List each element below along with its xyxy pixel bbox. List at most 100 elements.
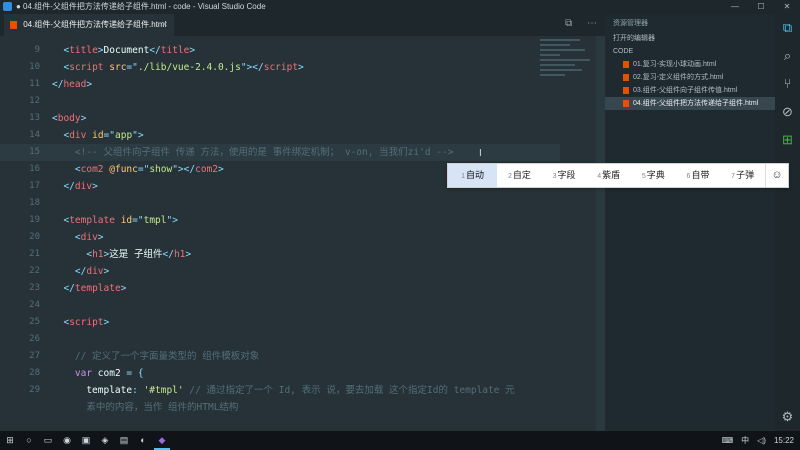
code-text: <body> xyxy=(52,113,87,124)
activity-bar: ⧉ ⌕ ⑂ ⊘ ⊞ ⚙ xyxy=(775,14,800,431)
ime-candidate[interactable]: 1自动 xyxy=(448,164,498,187)
split-editor-icon[interactable]: ⧉ xyxy=(565,18,572,29)
ime-candidate[interactable]: 5字典 xyxy=(631,164,676,187)
code-line[interactable]: 10 <script src="./lib/vue-2.4.0.js"></sc… xyxy=(0,59,560,76)
code-line[interactable]: 14 <div id="app"> xyxy=(0,127,560,144)
code-line[interactable]: 25 <script> xyxy=(0,314,560,331)
editor-tab-bar: 04.组件-父组件把方法传递给子组件.html ✕ ⧉ ⋯ xyxy=(0,14,605,36)
explorer-icon[interactable]: ⧉ xyxy=(775,14,800,42)
code-line[interactable]: 素中的内容，当作 组件的HTML结构 xyxy=(0,399,560,416)
ime-indicator[interactable]: 中 xyxy=(741,431,749,450)
text-cursor-icon: Ι xyxy=(479,148,482,159)
ime-candidate[interactable]: 3字段 xyxy=(542,164,587,187)
line-number: 17 xyxy=(29,181,40,191)
chrome-icon[interactable]: ◉ xyxy=(59,431,75,450)
app-icon[interactable]: ▣ xyxy=(78,431,94,450)
code-line[interactable]: 28 var com2 = { xyxy=(0,365,560,382)
tab-close-icon[interactable]: ✕ xyxy=(161,14,168,36)
search-icon[interactable]: ⌕ xyxy=(775,42,800,70)
file-item[interactable]: 02.复习-定义组件的方式.html xyxy=(605,71,775,84)
code-line[interactable]: 18 xyxy=(0,195,560,212)
html-file-icon xyxy=(623,86,629,94)
search-icon[interactable]: ○ xyxy=(21,431,37,450)
ime-candidate[interactable]: 4紫盾 xyxy=(586,164,631,187)
candidate-text: 字段 xyxy=(557,170,576,180)
candidate-text: 字典 xyxy=(646,170,665,180)
start-icon[interactable]: ⊞ xyxy=(2,431,18,450)
code-line[interactable]: 22 </div> xyxy=(0,263,560,280)
code-line[interactable]: 21 <h1>这是 子组件</h1> xyxy=(0,246,560,263)
line-number: 21 xyxy=(29,249,40,259)
candidate-index: 1 xyxy=(461,173,465,180)
system-tray: ⌨ 中 ◁) 15:22 xyxy=(722,431,794,450)
window-controls: — ☐ ✕ xyxy=(722,0,800,14)
code-line[interactable]: 20 <div> xyxy=(0,229,560,246)
code-text: <template id="tmpl"> xyxy=(63,215,178,226)
minimize-button[interactable]: — xyxy=(722,0,748,14)
editor-scrollbar[interactable] xyxy=(596,36,605,431)
ime-candidate[interactable]: 7子弹 xyxy=(720,164,765,187)
debug-icon[interactable]: ⊘ xyxy=(775,98,800,126)
code-line[interactable]: 15 <!-- 父组件向子组件 传递 方法，使用的是 事件绑定机制； v-on,… xyxy=(0,144,560,161)
line-number: 27 xyxy=(29,351,40,361)
code-line[interactable]: 13 <body> xyxy=(0,110,560,127)
open-editors-section[interactable]: 打开的编辑器 xyxy=(605,32,775,45)
code-line[interactable]: 24 xyxy=(0,297,560,314)
code-text: <div> xyxy=(74,232,104,243)
file-item[interactable]: 03.组件-父组件向子组件传值.html xyxy=(605,84,775,97)
volume-icon[interactable]: ◁) xyxy=(757,431,766,450)
candidate-index: 2 xyxy=(507,173,512,180)
close-window-button[interactable]: ✕ xyxy=(774,0,800,14)
code-line[interactable]: 26 xyxy=(0,331,560,348)
line-number: 24 xyxy=(29,300,40,310)
emoji-icon[interactable]: ☺ xyxy=(765,164,788,187)
code-line[interactable]: 9 <title>Document</title> xyxy=(0,42,560,59)
code-line[interactable]: 27 // 定义了一个字面量类型的 组件模板对象 xyxy=(0,348,560,365)
code-text: <!-- 父组件向子组件 传递 方法，使用的是 事件绑定机制； v-on, 当我… xyxy=(74,147,454,158)
explorer-sidebar: 资源管理器 打开的编辑器 CODE 01.复习-实现小球动画.html 02.复习… xyxy=(605,14,775,431)
code-text: <title>Document</title> xyxy=(63,45,196,56)
candidate-text: 自动 xyxy=(466,170,485,180)
code-line[interactable]: 11 </head> xyxy=(0,76,560,93)
file-name: 02.复习-定义组件的方式.html xyxy=(633,74,724,81)
ime-candidate[interactable]: 2自定 xyxy=(497,164,542,187)
line-number: 29 xyxy=(29,385,40,395)
line-number: 28 xyxy=(29,368,40,378)
code-text: </div> xyxy=(74,266,110,277)
more-actions-icon[interactable]: ⋯ xyxy=(587,18,597,29)
tab-active-file[interactable]: 04.组件-父组件把方法传递给子组件.html ✕ xyxy=(4,14,174,36)
file-item[interactable]: 01.复习-实现小球动画.html xyxy=(605,58,775,71)
code-line[interactable]: 12 xyxy=(0,93,560,110)
gear-icon[interactable]: ⚙ xyxy=(775,403,800,431)
code-line[interactable]: 19 <template id="tmpl"> xyxy=(0,212,560,229)
code-line[interactable]: 29 template: '#tmpl' // 通过指定了一个 Id, 表示 说… xyxy=(0,382,560,399)
line-number: 9 xyxy=(34,45,40,55)
app-icon[interactable]: ◈ xyxy=(97,431,113,450)
ime-candidates: 1自动 2自定 3字段 4紫盾 5字典 6自带 7子弹 xyxy=(448,164,765,187)
keyboard-icon[interactable]: ⌨ xyxy=(722,431,734,450)
clock[interactable]: 15:22 xyxy=(774,431,794,450)
file-list: 01.复习-实现小球动画.html 02.复习-定义组件的方式.html 03.组件… xyxy=(605,58,775,110)
taskbar-apps: ⊞ ○ ▭ ◉ ▣ ◈ ▤ ◐ ◆ xyxy=(2,431,173,450)
source-control-icon[interactable]: ⑂ xyxy=(775,70,800,98)
maximize-button[interactable]: ☐ xyxy=(748,0,774,14)
app-icon[interactable]: ◐ xyxy=(135,431,151,450)
code-text: </template> xyxy=(63,283,127,294)
code-text: // 定义了一个字面量类型的 组件模板对象 xyxy=(74,351,260,362)
file-item[interactable]: 04.组件-父组件把方法传递给子组件.html xyxy=(605,97,775,110)
extensions-icon[interactable]: ⊞ xyxy=(775,126,800,154)
candidate-index: 3 xyxy=(552,173,557,180)
app-icon[interactable]: ▤ xyxy=(116,431,132,450)
task-view-icon[interactable]: ▭ xyxy=(40,431,56,450)
line-number: 23 xyxy=(29,283,40,293)
code-text: <h1>这是 子组件</h1> xyxy=(86,249,192,260)
vscode-icon[interactable]: ◆ xyxy=(154,431,170,450)
code-text: <script> xyxy=(63,317,110,328)
code-text: template: '#tmpl' // 通过指定了一个 Id, 表示 说，要去… xyxy=(86,385,515,396)
minimap[interactable] xyxy=(540,36,595,106)
line-number: 12 xyxy=(29,96,40,106)
code-editor[interactable]: 9 <title>Document</title> 10 <script src=… xyxy=(0,36,605,431)
code-line[interactable]: 23 </template> xyxy=(0,280,560,297)
ime-candidate[interactable]: 6自带 xyxy=(676,164,721,187)
folder-code[interactable]: CODE xyxy=(605,45,775,58)
